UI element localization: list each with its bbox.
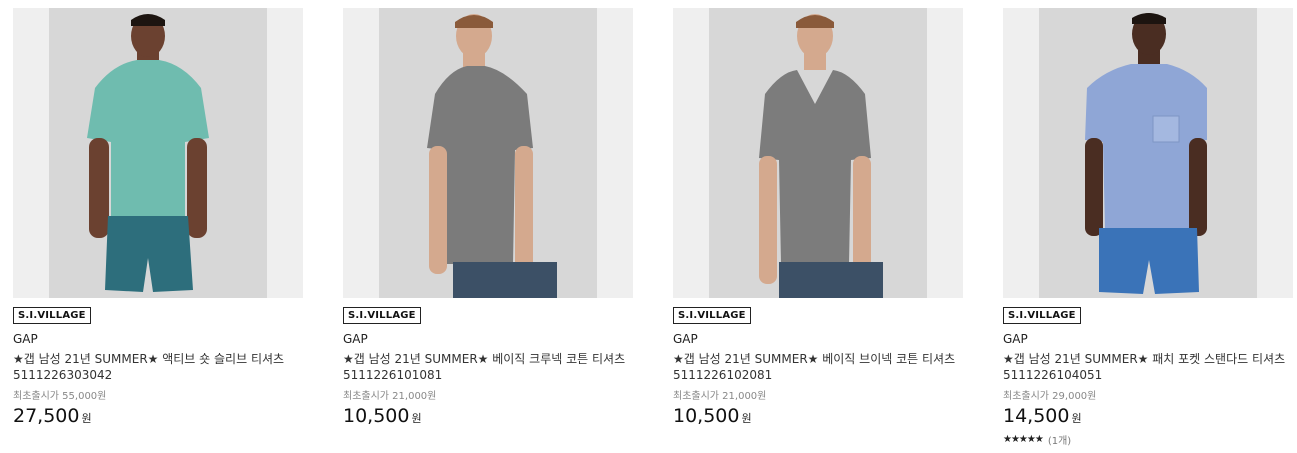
seller-badge[interactable]: S.I.VILLAGE bbox=[343, 307, 421, 324]
sale-price: 27,500 bbox=[13, 405, 80, 427]
product-rating[interactable]: ★★★★★ (1개) bbox=[1003, 432, 1293, 447]
price-row: 27,500 원 bbox=[13, 405, 303, 427]
product-card[interactable]: S.I.VILLAGE GAP ★갭 남성 21년 SUMMER★ 액티브 숏 … bbox=[13, 8, 303, 427]
original-price: 최초출시가 21,000원 bbox=[343, 391, 437, 402]
model-photo bbox=[759, 14, 883, 298]
price-row: 10,500 원 bbox=[673, 405, 963, 427]
seller-badge[interactable]: S.I.VILLAGE bbox=[13, 307, 91, 324]
currency-label: 원 bbox=[741, 412, 752, 425]
original-price: 최초출시가 29,000원 bbox=[1003, 391, 1097, 402]
product-title[interactable]: ★갭 남성 21년 SUMMER★ 베이직 크루넥 코튼 티셔츠 5111226… bbox=[343, 351, 633, 383]
product-card[interactable]: S.I.VILLAGE GAP ★갭 남성 21년 SUMMER★ 패치 포켓 … bbox=[1003, 8, 1293, 447]
price-row: 14,500 원 bbox=[1003, 405, 1293, 427]
sale-price: 10,500 bbox=[673, 405, 740, 427]
product-brand[interactable]: GAP bbox=[1003, 332, 1293, 346]
product-card[interactable]: S.I.VILLAGE GAP ★갭 남성 21년 SUMMER★ 베이직 브이… bbox=[673, 8, 963, 427]
price-row: 10,500 원 bbox=[343, 405, 633, 427]
product-title[interactable]: ★갭 남성 21년 SUMMER★ 패치 포켓 스탠다드 티셔츠 5111226… bbox=[1003, 351, 1293, 383]
sale-price: 14,500 bbox=[1003, 405, 1070, 427]
product-image[interactable] bbox=[673, 8, 963, 298]
product-image[interactable] bbox=[1003, 8, 1293, 298]
model-photo bbox=[427, 14, 557, 298]
review-count: (1개) bbox=[1047, 436, 1072, 447]
currency-label: 원 bbox=[81, 412, 92, 425]
product-grid: S.I.VILLAGE GAP ★갭 남성 21년 SUMMER★ 액티브 숏 … bbox=[0, 0, 1297, 453]
model-photo bbox=[1085, 13, 1207, 294]
product-brand[interactable]: GAP bbox=[13, 332, 303, 346]
product-image[interactable] bbox=[13, 8, 303, 298]
sale-price: 10,500 bbox=[343, 405, 410, 427]
product-title[interactable]: ★갭 남성 21년 SUMMER★ 액티브 숏 슬리브 티셔츠 51112263… bbox=[13, 351, 303, 383]
seller-badge[interactable]: S.I.VILLAGE bbox=[673, 307, 751, 324]
product-title[interactable]: ★갭 남성 21년 SUMMER★ 베이직 브이넥 코튼 티셔츠 5111226… bbox=[673, 351, 963, 383]
seller-badge[interactable]: S.I.VILLAGE bbox=[1003, 307, 1081, 324]
product-brand[interactable]: GAP bbox=[673, 332, 963, 346]
product-brand[interactable]: GAP bbox=[343, 332, 633, 346]
currency-label: 원 bbox=[411, 412, 422, 425]
model-photo bbox=[87, 14, 209, 292]
original-price: 최초출시가 21,000원 bbox=[673, 391, 767, 402]
product-card[interactable]: S.I.VILLAGE GAP ★갭 남성 21년 SUMMER★ 베이직 크루… bbox=[343, 8, 633, 427]
original-price: 최초출시가 55,000원 bbox=[13, 391, 107, 402]
currency-label: 원 bbox=[1071, 412, 1082, 425]
star-rating-icon: ★★★★★ bbox=[1003, 434, 1044, 445]
product-image[interactable] bbox=[343, 8, 633, 298]
